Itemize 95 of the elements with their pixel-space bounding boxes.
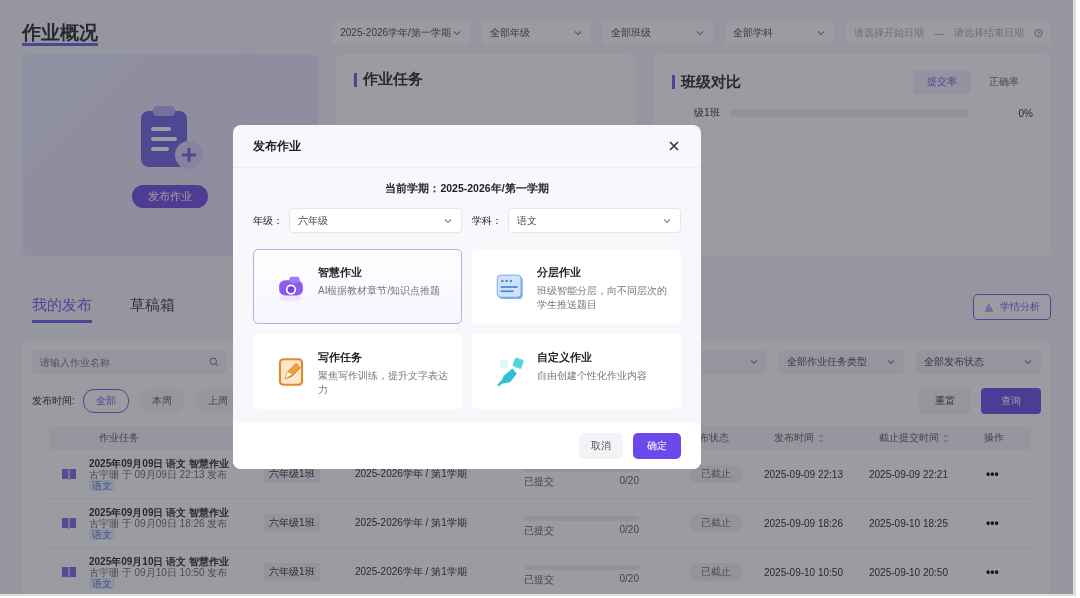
type-description: 聚焦写作训练，提升文字表达力 [318,369,449,397]
term-cell-text: 2025-2026学年 / 第1学期 [354,467,468,481]
type-title: 自定义作业 [537,351,593,365]
deadline-time: 2025-09-09 22:21 [869,468,949,480]
assignment-type-card[interactable]: 分层作业 班级智能分层，向不同层次的学生推送题目 [472,249,681,324]
type-description: AI根据教材章节/知识点推题 [318,284,441,298]
close-icon[interactable] [667,139,681,153]
column-header: 操作 [984,431,1004,445]
cancel-button[interactable]: 取消 [579,433,623,459]
subject-tag: 语文 [89,479,115,491]
select-field[interactable]: 六年级 [289,208,462,233]
filter-dropdown[interactable]: 全部班级 [603,21,713,45]
progress-label: 已提交 [524,475,555,489]
publish-time: 2025-09-10 10:50 [764,566,844,578]
assignment-type-card[interactable]: 写作任务 聚焦写作训练，提升文字表达力 [253,334,462,409]
sort-icon[interactable] [943,433,949,443]
subject-tag: 语文 [89,528,115,540]
page-title: 作业概况 [22,22,98,46]
rate-value: 0% [1018,107,1033,119]
book-icon [61,468,77,480]
deadline-time: 2025-09-10 18:25 [869,517,949,529]
chevron-icon [886,357,896,367]
list-tab[interactable]: 草稿箱 [130,291,175,323]
search-field[interactable]: 请输入作业名称 [32,350,227,374]
task-meta: 古宇珊 于 09月10日 10:50 发布 [89,566,228,578]
task-title[interactable]: 2025年09月10日 语文 智慧作业 [89,555,230,567]
rate-tab[interactable]: 正确率 [975,70,1033,94]
deadline-time: 2025-09-10 20:50 [869,566,949,578]
assignment-type-card[interactable]: 智慧作业 AI根据教材章节/知识点推题 [253,249,462,324]
type-title: 智慧作业 [318,266,363,280]
reset-button[interactable]: 重置 [919,388,971,414]
chevron-icon [694,28,705,38]
time-chip[interactable]: 全部 [82,389,129,413]
status-tag: 已截止 [689,563,743,581]
publish-button[interactable]: 发布作业 [132,184,208,208]
task-title[interactable]: 2025年09月09日 语文 智慧作业 [89,457,230,469]
select-field[interactable]: 语文 [508,208,681,233]
publish-time: 2025-09-09 22:13 [764,468,844,480]
chevron-icon [1023,357,1033,367]
card-title: 班级对比 [681,72,741,92]
list-tab[interactable]: 我的发布 [32,291,92,323]
progress-label: 已提交 [524,573,555,587]
current-term: 当前学期：2025-2026年/第一学期 [384,182,550,196]
filter-dropdown[interactable]: 全部发布状态 [916,350,1041,374]
chevron-icon [815,28,826,38]
progress-count: 0/20 [619,475,639,488]
progress-count: 0/20 [619,524,639,537]
chart-icon [984,302,994,312]
type-title: 分层作业 [537,266,582,280]
field-label: 年级： [253,213,283,228]
type-description: 班级智能分层，向不同层次的学生推送题目 [537,284,668,312]
task-meta: 古宇珊 于 09月09日 18:26 发布 [89,517,228,529]
book-icon [61,566,77,578]
column-header: 作业任务 [99,431,139,445]
task-meta: 古宇珊 于 09月09日 22:13 发布 [89,468,228,480]
card-title: 作业任务 [363,70,423,89]
sort-icon[interactable] [818,433,824,443]
more-button[interactable]: ••• [986,565,999,579]
book-icon [61,517,77,529]
term-cell-text: 2025-2026学年 / 第1学期 [354,565,468,579]
filter-dropdown[interactable]: 全部学科 [724,21,834,45]
term-cell-text: 2025-2026学年 / 第1学期 [354,516,468,530]
status-tag: 已截止 [689,465,743,483]
chevron-icon [573,28,584,38]
filter-dropdown[interactable]: 2025-2026学年/第一学期 [332,21,470,45]
query-button[interactable]: 查询 [981,388,1041,414]
filter-dropdown[interactable]: 全部年级 [481,21,592,45]
rate-tab[interactable]: 提交率 [913,70,971,94]
chevron-icon [451,28,462,38]
confirm-button[interactable]: 确定 [633,433,681,459]
more-button[interactable]: ••• [986,516,999,530]
filter-dropdown[interactable]: 全部作业任务类型 [779,350,904,374]
dialog-title: 发布作业 [253,137,301,155]
more-button[interactable]: ••• [986,467,999,481]
field-label: 学科： [472,213,502,228]
progress-label: 已提交 [524,524,555,538]
search-icon [209,357,219,367]
column-header: 截止提交时间 [879,431,939,445]
publish-time: 2025-09-09 18:26 [764,517,844,529]
assignment-type-card[interactable]: 自定义作业 自由创建个性化作业内容 [472,334,681,409]
class-name: 级1班 [694,106,720,120]
task-title[interactable]: 2025年09月09日 语文 智慧作业 [89,506,230,518]
type-title: 写作任务 [318,351,363,365]
analysis-button[interactable]: 学情分析 [973,294,1051,320]
column-header: 发布时间 [774,431,814,445]
time-chip[interactable]: 本周 [138,389,185,413]
subject-tag: 语文 [89,577,115,589]
class-tag: 六年级1班 [264,514,320,532]
chevron-icon [749,357,759,367]
time-label: 发布时间: [32,394,75,408]
clock-icon [1033,28,1043,38]
progress-count: 0/20 [619,573,639,586]
status-tag: 已截止 [689,514,743,532]
class-tag: 六年级1班 [264,563,320,581]
type-description: 自由创建个性化作业内容 [537,369,647,383]
